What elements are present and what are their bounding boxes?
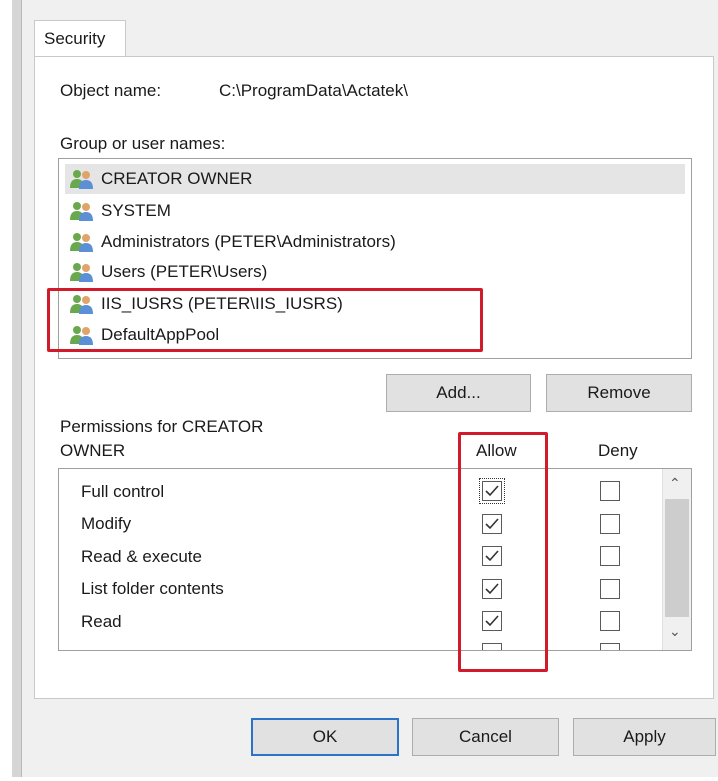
permission-name: Full control (81, 482, 165, 501)
permission-row: List folder contents (59, 575, 659, 608)
user-group-icon (69, 231, 95, 253)
scroll-up-icon[interactable]: ⌃ (669, 475, 681, 492)
user-list-item[interactable]: Users (PETER\Users) (65, 257, 685, 287)
user-group-icon (69, 261, 95, 283)
permission-name: List folder contents (81, 579, 224, 598)
deny-checkbox[interactable] (600, 546, 620, 566)
deny-checkbox[interactable] (600, 481, 620, 501)
object-name-value: C:\ProgramData\Actatek\ (219, 81, 408, 100)
user-list-item[interactable]: Administrators (PETER\Administrators) (65, 227, 685, 257)
deny-column-header: Deny (598, 441, 638, 460)
user-name: Users (PETER\Users) (101, 262, 268, 281)
permission-row: Full control (59, 478, 659, 511)
permission-row: Read (59, 608, 659, 641)
object-name-label: Object name: (60, 81, 162, 100)
deny-checkbox[interactable] (600, 579, 620, 599)
deny-checkbox[interactable] (600, 514, 620, 534)
user-name: CREATOR OWNER (101, 169, 253, 188)
permissions-scrollbar[interactable]: ⌃ ⌄ (662, 469, 691, 650)
permissions-label-line1: Permissions for CREATOR (60, 417, 264, 436)
deny-checkbox-partial[interactable] (600, 643, 620, 650)
permission-name: Read & execute (81, 547, 202, 566)
permission-row: Read & execute (59, 543, 659, 576)
tab-security[interactable]: Security (34, 20, 126, 58)
user-name: Administrators (PETER\Administrators) (101, 232, 396, 251)
group-user-names-label: Group or user names: (60, 134, 226, 153)
add-button[interactable]: Add... (386, 374, 531, 412)
user-group-icon (69, 168, 95, 190)
user-group-icon (69, 200, 95, 222)
permissions-list[interactable]: Full control Modify Read & execute List … (58, 468, 692, 651)
user-name: SYSTEM (101, 201, 171, 220)
annotation-box-allow-column (458, 432, 548, 672)
apply-button[interactable]: Apply (573, 718, 716, 756)
permission-name: Modify (81, 514, 132, 533)
permission-name: Read (81, 612, 122, 631)
cancel-button[interactable]: Cancel (412, 718, 559, 756)
scroll-thumb[interactable] (665, 499, 689, 617)
user-list-item[interactable]: CREATOR OWNER (65, 164, 685, 194)
ok-button[interactable]: OK (251, 718, 399, 756)
permission-row: Modify (59, 510, 659, 543)
annotation-box-iis-users (47, 288, 483, 352)
user-list-item[interactable]: SYSTEM (65, 196, 685, 226)
window-edge (12, 0, 22, 777)
tab-security-label: Security (44, 29, 106, 48)
remove-button[interactable]: Remove (546, 374, 692, 412)
permissions-label-line2: OWNER (60, 441, 126, 460)
deny-checkbox[interactable] (600, 611, 620, 631)
scroll-down-icon[interactable]: ⌄ (669, 623, 681, 640)
